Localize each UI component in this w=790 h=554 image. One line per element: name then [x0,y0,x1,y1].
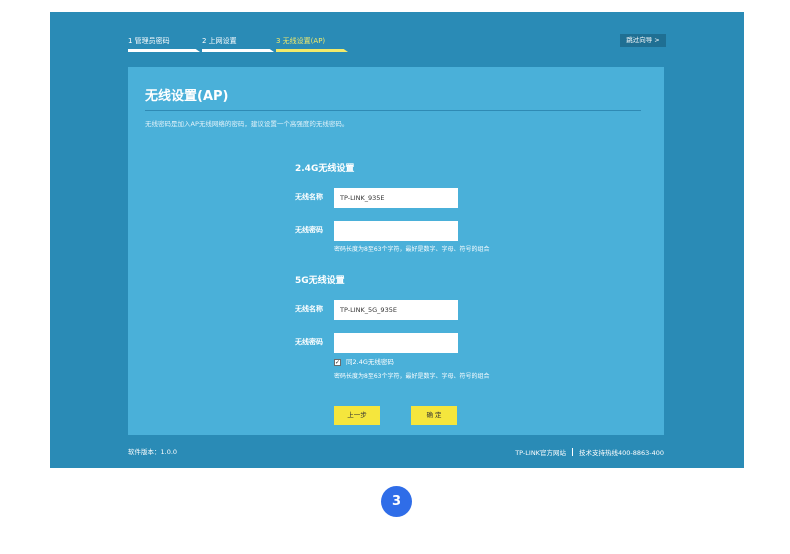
ssid-input-2g[interactable] [334,188,458,208]
section-title-5g: 5G无线设置 [295,276,345,286]
page-title: 无线设置(AP) [145,89,229,104]
sync-password-checkbox[interactable]: ✓ [334,359,341,366]
wizard-step-label: 1 管理员密码 [128,37,170,45]
password-input-2g[interactable] [334,221,458,241]
skip-wizard-button[interactable]: 跳过向导 > [620,34,666,47]
wizard-step-admin-password: 1 管理员密码 [128,37,200,53]
footer-divider [571,448,573,456]
password-label-5g: 无线密码 [295,338,323,346]
section-title-2g: 2.4G无线设置 [295,164,355,174]
router-setup-window: 1 管理员密码 2 上网设置 3 无线设置(AP) 跳过向导 > 无线设置(AP… [50,12,744,468]
title-divider [145,110,641,111]
password-hint-2g: 密码长度为8至63个字符，最好是数字、字母、符号的组合 [334,246,490,253]
software-version: 软件版本：1.0.0 [128,448,178,456]
wizard-step-label: 3 无线设置(AP) [276,37,326,45]
ssid-label-5g: 无线名称 [295,305,323,313]
wireless-settings-panel: 无线设置(AP) 无线密码是加入AP无线网络的密码，建议设置一个高强度的无线密码… [128,67,664,435]
password-label-2g: 无线密码 [295,226,323,234]
support-hotline: 技术支持热线400-8863-400 [578,449,664,457]
wizard-step-label: 2 上网设置 [202,37,237,45]
step-number-badge: 3 [381,486,412,517]
sync-password-label: 同2.4G无线密码 [346,358,394,366]
wizard-step-internet: 2 上网设置 [202,37,274,53]
password-input-5g[interactable] [334,333,458,353]
wizard-step-wireless-ap: 3 无线设置(AP) [276,37,348,53]
wizard-step-bar [202,49,274,52]
footer-links: TP-LINK官方网站 技术支持热线400-8863-400 [515,448,664,458]
ssid-label-2g: 无线名称 [295,193,323,201]
official-site-link[interactable]: TP-LINK官方网站 [515,449,566,457]
previous-step-button[interactable]: 上一步 [334,406,380,425]
wizard-step-bar [276,49,348,52]
ssid-input-5g[interactable] [334,300,458,320]
confirm-button[interactable]: 确 定 [411,406,457,425]
password-hint-5g: 密码长度为8至63个字符，最好是数字、字母、符号的组合 [334,373,490,380]
panel-description: 无线密码是加入AP无线网络的密码，建议设置一个高强度的无线密码。 [145,120,349,128]
wizard-step-bar [128,49,200,52]
